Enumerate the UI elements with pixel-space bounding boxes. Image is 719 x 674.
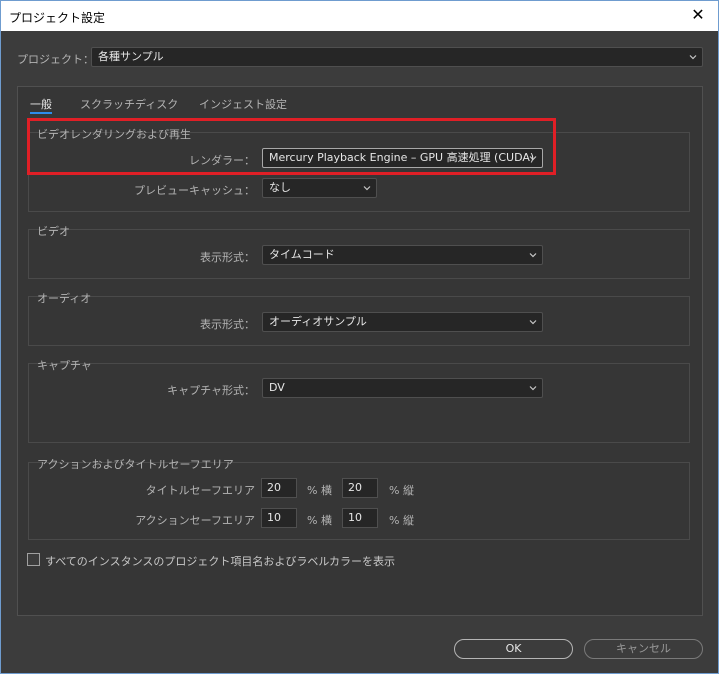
title-safe-label: タイトルセーフエリア — [145, 484, 255, 497]
group-audio: オーディオ 表示形式： オーディオサンプル — [28, 292, 690, 346]
window-title: プロジェクト設定 — [9, 11, 106, 25]
chevron-down-icon — [529, 251, 537, 259]
active-tab-indicator — [30, 112, 52, 114]
title-bar: プロジェクト設定 ✕ — [1, 1, 718, 31]
close-icon[interactable]: ✕ — [688, 5, 708, 25]
title-safe-vertical-unit: % 縦 — [389, 484, 414, 497]
capture-format-value: DV — [269, 381, 285, 394]
action-safe-vertical-input[interactable]: 10 — [342, 508, 378, 528]
chevron-down-icon — [529, 154, 537, 162]
title-safe-horizontal-unit: % 横 — [307, 484, 332, 497]
project-dropdown-value: 各種サンプル — [98, 50, 164, 63]
audio-display-format-label: 表示形式： — [200, 318, 255, 331]
group-video-rendering: ビデオレンダリングおよび再生 レンダラー： Mercury Playback E… — [28, 128, 690, 212]
capture-format-dropdown[interactable]: DV — [262, 378, 543, 398]
renderer-label: レンダラー： — [189, 154, 255, 167]
video-display-format-dropdown[interactable]: タイムコード — [262, 245, 543, 265]
cancel-button[interactable]: キャンセル — [584, 639, 703, 659]
renderer-dropdown[interactable]: Mercury Playback Engine – GPU 高速処理 (CUDA… — [262, 148, 543, 168]
show-label-colors-label: すべてのインスタンスのプロジェクト項目名およびラベルカラーを表示 — [45, 555, 396, 568]
chevron-down-icon — [363, 184, 371, 192]
renderer-dropdown-value: Mercury Playback Engine – GPU 高速処理 (CUDA… — [269, 151, 535, 164]
group-title-video: ビデオ — [37, 225, 70, 238]
project-label: プロジェクト： — [17, 53, 94, 66]
group-capture: キャプチャ キャプチャ形式： DV — [28, 359, 690, 443]
chevron-down-icon — [689, 53, 697, 61]
group-safe-areas: アクションおよびタイトルセーフエリア タイトルセーフエリア 20 % 横 20 … — [28, 458, 690, 540]
preview-cache-label: プレビューキャッシュ： — [134, 184, 255, 197]
group-title-safe-areas: アクションおよびタイトルセーフエリア — [37, 458, 234, 471]
show-label-colors-checkbox[interactable] — [27, 553, 40, 566]
chevron-down-icon — [529, 384, 537, 392]
ok-button[interactable]: OK — [454, 639, 573, 659]
audio-display-format-dropdown[interactable]: オーディオサンプル — [262, 312, 543, 332]
group-title-video-rendering: ビデオレンダリングおよび再生 — [37, 128, 191, 141]
group-title-capture: キャプチャ — [37, 359, 92, 372]
preview-cache-dropdown[interactable]: なし — [262, 178, 377, 198]
action-safe-vertical-unit: % 縦 — [389, 514, 414, 527]
video-display-format-label: 表示形式： — [200, 251, 255, 264]
title-safe-vertical-input[interactable]: 20 — [342, 478, 378, 498]
action-safe-horizontal-input[interactable]: 10 — [261, 508, 297, 528]
title-safe-horizontal-input[interactable]: 20 — [261, 478, 297, 498]
preview-cache-dropdown-value: なし — [269, 181, 291, 194]
tab-ingest-settings[interactable]: インジェスト設定 — [199, 96, 287, 112]
settings-panel: 一般 スクラッチディスク インジェスト設定 ビデオレンダリングおよび再生 レンダ… — [17, 86, 703, 616]
chevron-down-icon — [529, 318, 537, 326]
dialog-body: プロジェクト： 各種サンプル 一般 スクラッチディスク インジェスト設定 ビデオ… — [1, 31, 718, 673]
tab-scratch-disks[interactable]: スクラッチディスク — [80, 96, 178, 112]
project-settings-dialog: プロジェクト設定 ✕ プロジェクト： 各種サンプル 一般 スクラッチディスク イ… — [0, 0, 719, 674]
tab-general[interactable]: 一般 — [30, 96, 52, 112]
capture-format-label: キャプチャ形式： — [167, 384, 255, 397]
action-safe-horizontal-unit: % 横 — [307, 514, 332, 527]
action-safe-label: アクションセーフエリア — [135, 514, 255, 527]
group-title-audio: オーディオ — [37, 292, 92, 305]
project-dropdown[interactable]: 各種サンプル — [91, 47, 703, 67]
audio-display-format-value: オーディオサンプル — [269, 315, 367, 328]
group-video: ビデオ 表示形式： タイムコード — [28, 225, 690, 279]
video-display-format-value: タイムコード — [269, 248, 335, 261]
